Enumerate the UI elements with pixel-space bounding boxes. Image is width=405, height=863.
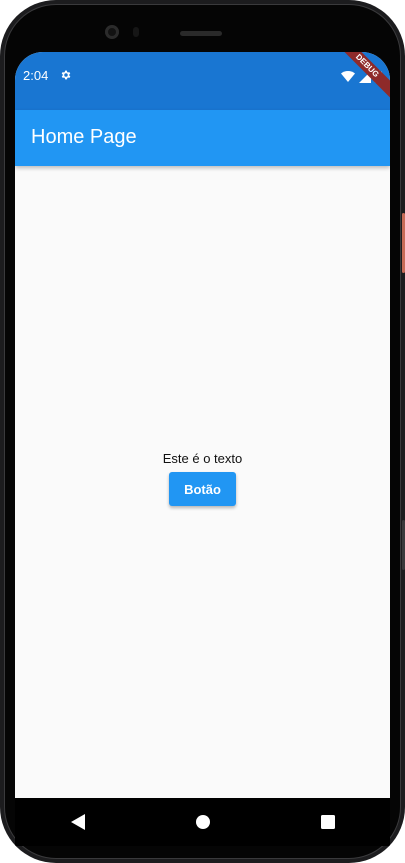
status-time: 2:04 [23, 68, 49, 83]
gear-icon [61, 70, 71, 80]
home-icon [195, 815, 210, 829]
front-camera [105, 25, 119, 39]
home-button[interactable] [183, 802, 223, 842]
app-bar: Home Page [15, 110, 390, 166]
proximity-sensor [133, 27, 139, 37]
body-text: Este é o texto [162, 451, 243, 466]
page-title: Home Page [31, 126, 137, 148]
recents-button[interactable] [308, 802, 348, 842]
wifi-icon [341, 71, 355, 82]
primary-button[interactable]: Botão [169, 472, 236, 506]
back-button[interactable] [58, 802, 98, 842]
screen: 2:04 DEBUG Home Page Este é o texto Botã… [15, 52, 390, 827]
phone-frame: 2:04 DEBUG Home Page Este é o texto Botã… [0, 0, 405, 863]
navigation-bar [15, 798, 390, 846]
recents-icon [320, 815, 335, 829]
earpiece-speaker [180, 31, 222, 36]
back-icon [70, 814, 85, 830]
status-bar: 2:04 DEBUG [15, 52, 390, 110]
